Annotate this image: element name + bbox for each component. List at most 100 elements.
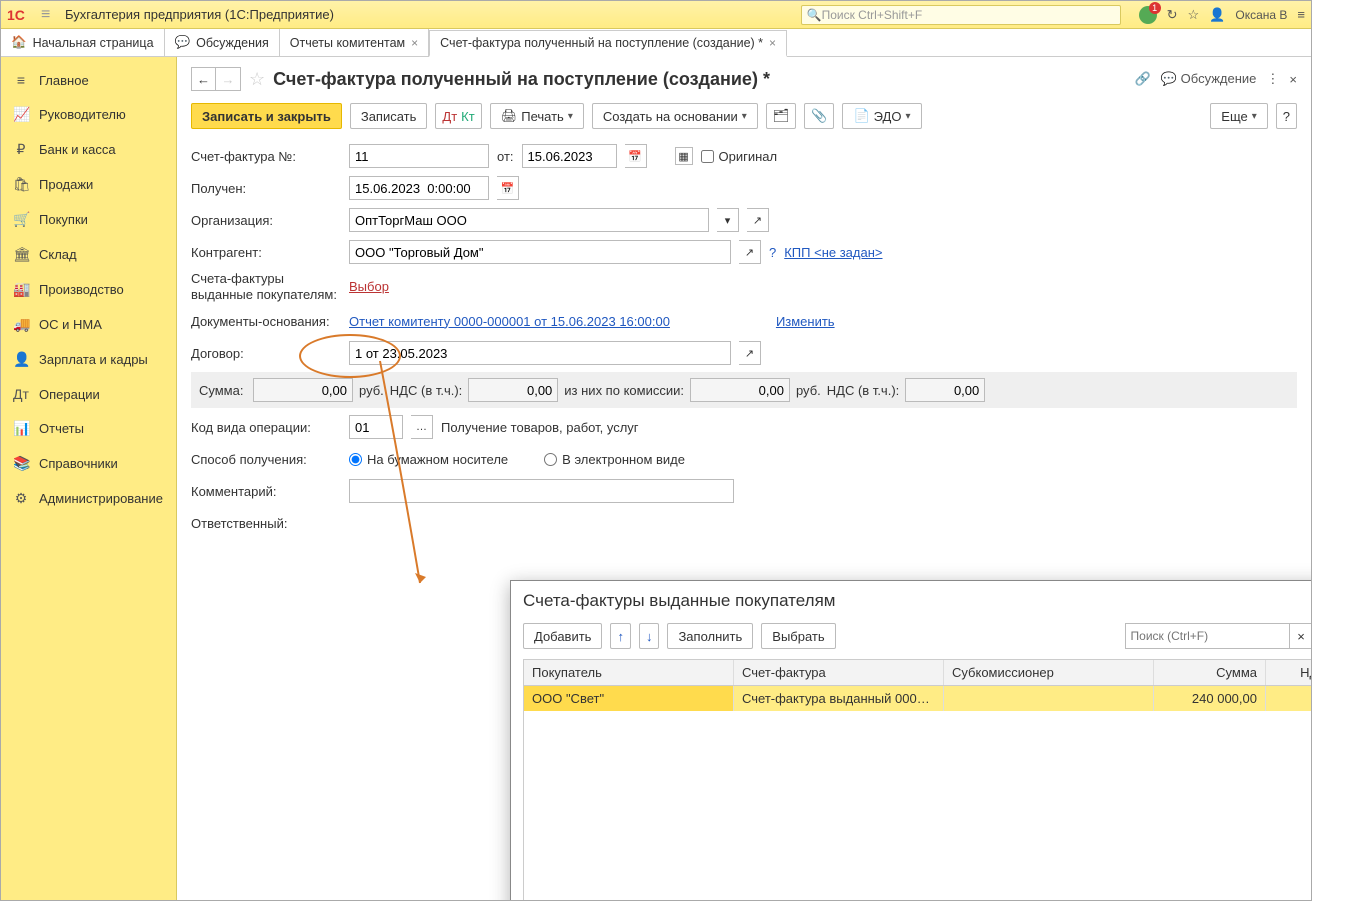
open-icon[interactable]: ↗: [747, 208, 769, 232]
close-icon[interactable]: ×: [411, 36, 418, 50]
move-down-button[interactable]: ↓: [639, 623, 660, 649]
favorite-icon[interactable]: ☆: [1188, 7, 1200, 23]
col-buyer[interactable]: Покупатель: [524, 660, 734, 685]
menu-icon[interactable]: ≡: [41, 6, 57, 24]
open-icon[interactable]: ↗: [739, 341, 761, 365]
attach-button[interactable]: 📎: [804, 103, 834, 129]
save-close-button[interactable]: Записать и закрыть: [191, 103, 342, 129]
close-doc-icon[interactable]: ×: [1289, 72, 1297, 87]
tab-home[interactable]: 🏠 Начальная страница: [1, 29, 165, 56]
sidebar-item-10[interactable]: 📊Отчеты: [1, 411, 176, 446]
radio-electronic[interactable]: В электронном виде: [544, 452, 685, 467]
open-icon[interactable]: ↗: [739, 240, 761, 264]
dropdown-icon[interactable]: ▾: [717, 208, 739, 232]
print-button[interactable]: 🖨 Печать: [490, 103, 584, 129]
sidebar-item-12[interactable]: ⚙Администрирование: [1, 481, 176, 516]
select-button[interactable]: Выбрать: [761, 623, 835, 649]
back-button[interactable]: ←: [192, 68, 216, 90]
history-icon[interactable]: ↻: [1167, 7, 1178, 23]
tab-discuss[interactable]: 💬 Обсуждения: [165, 29, 280, 56]
fill-button[interactable]: Заполнить: [667, 623, 753, 649]
sidebar-item-1[interactable]: 📈Руководителю: [1, 97, 176, 132]
global-search[interactable]: 🔍 Поиск Ctrl+Shift+F: [801, 5, 1121, 25]
move-up-button[interactable]: ↑: [610, 623, 631, 649]
calendar-icon[interactable]: 📅: [625, 144, 647, 168]
save-button[interactable]: Записать: [350, 103, 428, 129]
edo-button[interactable]: 📄 ЭДО: [842, 103, 921, 129]
sidebar-item-4[interactable]: 🛒Покупки: [1, 202, 176, 237]
sidebar-icon: 👤: [13, 351, 29, 368]
org-input[interactable]: [349, 208, 709, 232]
sidebar-item-5[interactable]: 🏛Склад: [1, 237, 176, 272]
label-responsible: Ответственный:: [191, 516, 341, 531]
sf-date-input[interactable]: [522, 144, 617, 168]
label-docs-base: Документы-основания:: [191, 314, 341, 329]
sidebar-item-11[interactable]: 📚Справочники: [1, 446, 176, 481]
sidebar-item-0[interactable]: ≡Главное: [1, 63, 176, 97]
sf-no-input[interactable]: [349, 144, 489, 168]
tab-invoice[interactable]: Счет-фактура полученный на поступление (…: [429, 30, 787, 57]
add-button[interactable]: Добавить: [523, 623, 602, 649]
link-icon[interactable]: 🔗: [1135, 71, 1151, 87]
ellipsis-button[interactable]: …: [411, 415, 433, 439]
choose-link[interactable]: Выбор: [349, 279, 389, 294]
sidebar-item-8[interactable]: 👤Зарплата и кадры: [1, 342, 176, 377]
star-icon[interactable]: ☆: [249, 69, 265, 90]
related-button[interactable]: 🗂: [766, 103, 797, 129]
forward-button[interactable]: →: [216, 68, 240, 90]
dialog-search-input[interactable]: [1125, 623, 1290, 649]
panel-icon[interactable]: ≡: [1297, 7, 1305, 22]
base-doc-link[interactable]: Отчет комитенту 0000-000001 от 15.06.202…: [349, 314, 670, 329]
col-sub[interactable]: Субкомиссионер: [944, 660, 1154, 685]
sidebar-item-label: Операции: [39, 387, 100, 402]
help-icon[interactable]: ?: [769, 245, 776, 260]
radio-paper[interactable]: На бумажном носителе: [349, 452, 508, 467]
received-input[interactable]: [349, 176, 489, 200]
sidebar-icon: ₽: [13, 141, 29, 158]
col-vat[interactable]: НДС (в т.ч.): [1266, 660, 1311, 685]
label-receipt-mode: Способ получения:: [191, 452, 341, 467]
contr-input[interactable]: [349, 240, 731, 264]
calendar-icon[interactable]: 📅: [497, 176, 519, 200]
op-code-desc: Получение товаров, работ, услуг: [441, 420, 639, 435]
sidebar-item-3[interactable]: 🛍Продажи: [1, 167, 176, 202]
label-contr: Контрагент:: [191, 245, 341, 260]
original-checkbox[interactable]: Оригинал: [701, 149, 778, 164]
cell-vat[interactable]: 40 000,00: [1266, 686, 1311, 711]
notifications-icon[interactable]: [1139, 6, 1157, 24]
label-org: Организация:: [191, 213, 341, 228]
table-row[interactable]: ООО "Свет" Счет-фактура выданный 0000-0.…: [524, 686, 1311, 711]
user-icon[interactable]: 👤: [1209, 7, 1225, 23]
more-button[interactable]: Еще: [1210, 103, 1267, 129]
cell-sub[interactable]: [944, 686, 1154, 711]
label-op-code: Код вида операции:: [191, 420, 341, 435]
close-icon[interactable]: ×: [769, 36, 776, 50]
col-sf[interactable]: Счет-фактура: [734, 660, 944, 685]
sidebar-item-2[interactable]: ₽Банк и касса: [1, 132, 176, 167]
create-based-button[interactable]: Создать на основании: [592, 103, 758, 129]
electronic-label: В электронном виде: [562, 452, 685, 467]
sidebar-item-7[interactable]: 🚚ОС и НМА: [1, 307, 176, 342]
tab-reports[interactable]: Отчеты комитентам ×: [280, 29, 429, 56]
tabbar: 🏠 Начальная страница 💬 Обсуждения Отчеты…: [1, 29, 1311, 57]
kebab-icon[interactable]: ⋮: [1266, 71, 1279, 87]
dtkt-button[interactable]: ДтКт: [435, 103, 481, 129]
contract-input[interactable]: [349, 341, 731, 365]
sidebar-icon: 🏭: [13, 281, 29, 298]
cell-buyer[interactable]: ООО "Свет": [524, 686, 734, 711]
op-code-input[interactable]: [349, 415, 403, 439]
layout-icon[interactable]: ▦: [675, 147, 693, 165]
sidebar-item-9[interactable]: ДтОперации: [1, 377, 176, 411]
sidebar-item-6[interactable]: 🏭Производство: [1, 272, 176, 307]
clear-search-button[interactable]: ×: [1290, 623, 1311, 649]
cell-sf[interactable]: Счет-фактура выданный 0000-0...: [734, 686, 944, 711]
help-button[interactable]: ?: [1276, 103, 1297, 129]
discuss-button[interactable]: 💬 Обсуждение: [1161, 71, 1257, 87]
comment-input[interactable]: [349, 479, 734, 503]
dialog-sf-issued: Счета-фактуры выданные покупателям ⋮ ☐ ×…: [510, 580, 1311, 900]
col-sum[interactable]: Сумма: [1154, 660, 1266, 685]
cell-sum[interactable]: 240 000,00: [1154, 686, 1266, 711]
change-link[interactable]: Изменить: [776, 314, 835, 329]
kpp-link[interactable]: КПП <не задан>: [784, 245, 882, 260]
app-title: Бухгалтерия предприятия (1С:Предприятие): [65, 7, 334, 22]
